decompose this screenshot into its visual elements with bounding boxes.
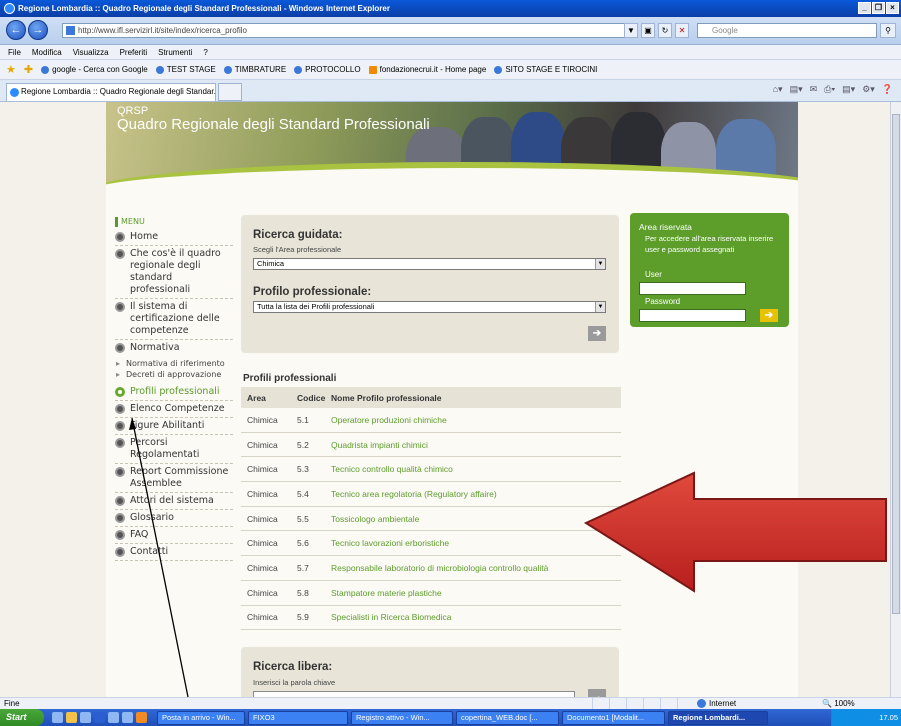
clock: 17.05 <box>879 713 898 722</box>
fav-link[interactable]: PROTOCOLLO <box>294 65 361 74</box>
folder-icon[interactable] <box>66 712 77 723</box>
zone-label: Internet <box>709 699 737 708</box>
status-cell <box>660 698 676 709</box>
zoom-control[interactable]: 🔍 100% <box>822 698 855 709</box>
menu-edit[interactable]: Modifica <box>32 48 62 57</box>
window-titlebar: Regione Lombardia :: Quadro Regionale de… <box>0 0 901 17</box>
forward-button[interactable]: → <box>28 20 48 40</box>
ie-tab-icon <box>10 88 19 97</box>
status-cell <box>609 698 625 709</box>
home-icon[interactable]: ⌂▾ <box>773 84 783 95</box>
tab-row: Regione Lombardia :: Quadro Regionale de… <box>0 80 901 102</box>
ie-page-icon <box>294 65 303 74</box>
address-row: ← → http://www.ifl.servizirl.it/site/ind… <box>0 17 901 45</box>
app-icon[interactable] <box>122 712 133 723</box>
fav-link-label: TEST STAGE <box>166 65 216 74</box>
back-button[interactable]: ← <box>6 20 26 40</box>
page-icon <box>66 26 75 35</box>
mail-icon[interactable]: ✉ <box>810 84 818 95</box>
scrollbar-thumb[interactable] <box>892 114 900 614</box>
status-cell <box>592 698 608 709</box>
status-text: Fine <box>4 699 20 708</box>
tab-label: Regione Lombardia :: Quadro Regionale de… <box>21 87 216 96</box>
status-cells <box>592 698 693 709</box>
status-cell <box>643 698 659 709</box>
refresh-icon[interactable]: ↻ <box>658 23 672 38</box>
tools-menu-icon[interactable]: ⚙▾ <box>862 84 875 95</box>
menu-file[interactable]: File <box>8 48 21 57</box>
fav-link[interactable]: TIMBRATURE <box>223 65 287 74</box>
minimize-button[interactable]: _ <box>858 2 871 14</box>
internet-globe-icon <box>697 699 706 708</box>
fav-link[interactable]: google - Cerca con Google <box>41 65 148 74</box>
address-tools: ▼ ▣ ↻ ✕ <box>624 23 689 38</box>
app-icon[interactable] <box>108 712 119 723</box>
ie-page-icon <box>155 65 164 74</box>
security-zone[interactable]: Internet <box>697 698 736 709</box>
ie-page-icon <box>494 65 503 74</box>
fav-link-label: google - Cerca con Google <box>52 65 148 74</box>
fav-link-label: PROTOCOLLO <box>305 65 361 74</box>
menu-bar: File Modifica Visualizza Preferiti Strum… <box>0 45 901 60</box>
task-registro[interactable]: Registro attivo - Win... <box>351 710 453 725</box>
ie-logo-icon <box>4 3 15 14</box>
window-controls: _ ❐ × <box>858 2 899 14</box>
menu-favorites[interactable]: Preferiti <box>120 48 148 57</box>
task-posta[interactable]: Posta in arrivo - Win... <box>157 710 245 725</box>
task-regione-lombardia[interactable]: Regione Lombardi... <box>668 710 768 725</box>
favorites-star-icon[interactable]: ★ <box>6 63 16 76</box>
address-bar[interactable]: http://www.ifl.servizirl.it/site/index/r… <box>62 23 638 38</box>
status-cell <box>626 698 642 709</box>
new-tab-button[interactable] <box>218 83 242 101</box>
fav-link[interactable]: fondazionecrui.it - Home page <box>368 65 487 74</box>
task-copertina[interactable]: copertina_WEB.doc [... <box>456 710 559 725</box>
status-cell <box>677 698 693 709</box>
status-bar: Fine Internet 🔍 100% <box>0 697 901 709</box>
ie-icon[interactable] <box>80 712 91 723</box>
restore-button[interactable]: ❐ <box>872 2 885 14</box>
vertical-scrollbar[interactable] <box>890 102 901 697</box>
annotation-pointer-line <box>129 417 189 697</box>
page-viewport: QRSP Quadro Regionale degli Standard Pro… <box>0 102 890 697</box>
close-button[interactable]: × <box>886 2 899 14</box>
fav-link-label: TIMBRATURE <box>234 65 287 74</box>
favorites-bar: ★ ✚ google - Cerca con Google TEST STAGE… <box>0 60 901 80</box>
page-menu-icon[interactable]: ▤▾ <box>842 84 855 95</box>
window-title: Regione Lombardia :: Quadro Regionale de… <box>18 4 390 13</box>
screen: Regione Lombardia :: Quadro Regionale de… <box>0 0 901 726</box>
dropdown-arrow-icon[interactable]: ▼ <box>624 23 638 38</box>
search-icon[interactable]: ⚲ <box>880 23 896 38</box>
google-icon <box>41 65 50 74</box>
ie-icon[interactable] <box>52 712 63 723</box>
help-icon[interactable]: ❓ <box>882 84 893 95</box>
fav-link-label: SITO STAGE E TIROCINI <box>505 65 598 74</box>
word-icon[interactable] <box>94 712 105 723</box>
fav-link[interactable]: TEST STAGE <box>155 65 216 74</box>
compat-icon[interactable]: ▣ <box>641 23 655 38</box>
folder-icon <box>368 65 377 74</box>
office-icon[interactable] <box>136 712 147 723</box>
task-documento1[interactable]: Documento1 [Modalit... <box>562 710 665 725</box>
menu-view[interactable]: Visualizza <box>73 48 109 57</box>
fav-link[interactable]: SITO STAGE E TIROCINI <box>494 65 597 74</box>
start-button[interactable]: Start <box>0 709 44 726</box>
tab-regione-lombardia[interactable]: Regione Lombardia :: Quadro Regionale de… <box>6 83 216 101</box>
taskbar: Start Posta in arrivo - Win... FIXO3 Reg… <box>0 709 901 726</box>
menu-tools[interactable]: Strumenti <box>158 48 192 57</box>
stop-icon[interactable]: ✕ <box>675 23 689 38</box>
feeds-icon[interactable]: ▤▾ <box>790 84 803 95</box>
system-tray: 17.05 <box>831 709 901 726</box>
print-icon[interactable]: ⎙▾ <box>824 84 835 95</box>
address-url: http://www.ifl.servizirl.it/site/index/r… <box>78 26 247 35</box>
ie-page-icon <box>223 65 232 74</box>
task-fixo3[interactable]: FIXO3 <box>248 710 348 725</box>
quick-launch <box>52 712 147 723</box>
menu-help[interactable]: ? <box>203 48 207 57</box>
fav-link-label: fondazionecrui.it - Home page <box>379 65 487 74</box>
zoom-icon: 🔍 <box>822 699 835 708</box>
add-favorite-icon[interactable]: ✚ <box>24 63 33 76</box>
command-bar: ⌂▾ ▤▾ ✉ ⎙▾ ▤▾ ⚙▾ ❓ <box>773 84 893 95</box>
zoom-level: 100% <box>834 699 855 708</box>
search-input[interactable]: Google <box>697 23 877 38</box>
